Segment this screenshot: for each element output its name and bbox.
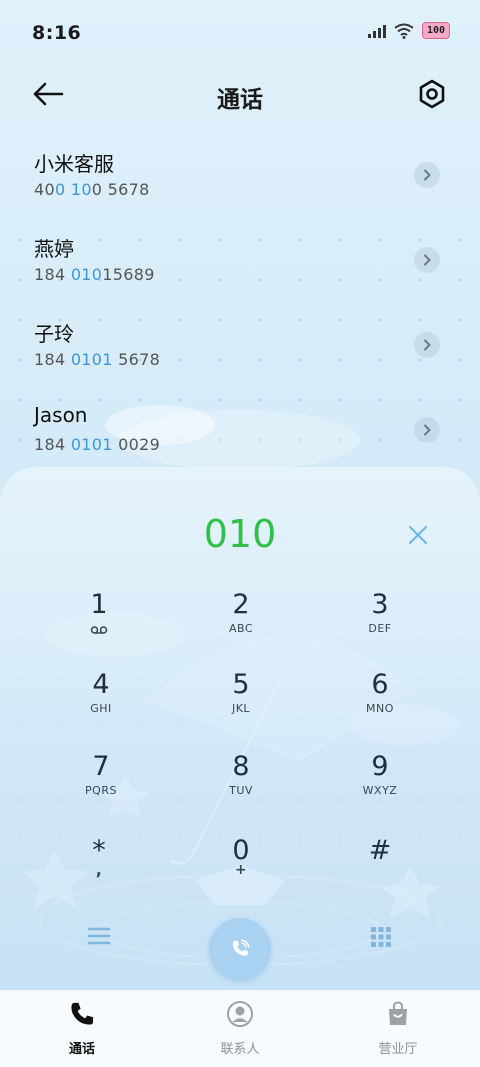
tab-contacts-label: 联系人 (220, 1042, 260, 1057)
key-6[interactable]: 6 MNO (320, 670, 440, 742)
key-digit: 7 (92, 751, 110, 782)
shopping-bag-icon (338, 1000, 458, 1030)
status-icons: 100 (368, 22, 450, 39)
contact-number: 184 0101 0029 (34, 435, 161, 454)
key-digit: 5 (232, 669, 250, 700)
key-letters: PQRS (85, 784, 117, 797)
chevron-right-icon (424, 254, 431, 266)
contact-detail-button[interactable] (414, 417, 440, 443)
key-9[interactable]: 9 WXYZ (320, 752, 440, 824)
key-star[interactable]: * , (39, 836, 159, 908)
voicemail-icon (90, 626, 108, 634)
contact-name: 燕婷 (34, 237, 74, 261)
contact-detail-button[interactable] (414, 332, 440, 358)
key-letters: ABC (228, 622, 254, 635)
chevron-right-icon (424, 169, 431, 181)
phone-call-icon (232, 939, 250, 956)
contact-detail-button[interactable] (414, 162, 440, 188)
key-0[interactable]: 0 + (181, 836, 301, 908)
key-letters: WXYZ (362, 784, 398, 797)
tab-calls[interactable]: 通话 (22, 1000, 142, 1057)
key-digit: 3 (371, 589, 389, 620)
tab-service-hall[interactable]: 营业厅 (338, 1000, 458, 1057)
contact-row[interactable]: 小米客服 400 100 5678 (0, 140, 480, 220)
key-5[interactable]: 5 JKL (181, 670, 301, 742)
key-1[interactable]: 1 (39, 590, 159, 662)
signal-icon (368, 24, 386, 38)
key-digit: # (368, 835, 392, 866)
status-time: 8:16 (32, 22, 82, 44)
contact-number: 184 0101 5678 (34, 350, 161, 369)
key-hash[interactable]: # (320, 836, 440, 908)
chevron-right-icon (424, 424, 431, 436)
page-title: 通话 (217, 87, 263, 113)
key-letters: + (234, 862, 248, 878)
key-letters: GHI (90, 702, 112, 715)
key-7[interactable]: 7 PQRS (41, 752, 161, 824)
key-letters: MNO (366, 702, 394, 715)
key-digit: 6 (371, 669, 389, 700)
tab-service-hall-label: 营业厅 (378, 1042, 418, 1057)
key-2[interactable]: 2 ABC (181, 590, 301, 662)
key-8[interactable]: 8 TUV (181, 752, 301, 824)
key-letters: TUV (229, 784, 253, 797)
tab-calls-label: 通话 (68, 1042, 95, 1057)
settings-hexagon-icon[interactable] (416, 78, 448, 110)
contact-number: 184 01015689 (34, 265, 155, 284)
contact-detail-button[interactable] (414, 247, 440, 273)
key-4[interactable]: 4 GHI (41, 670, 161, 742)
keypad-toggle-icon[interactable] (369, 925, 393, 949)
contact-row[interactable]: 子玲 184 0101 5678 (0, 310, 480, 390)
key-3[interactable]: 3 DEF (320, 590, 440, 662)
key-digit: 4 (92, 669, 110, 700)
contact-name: 小米客服 (34, 152, 114, 176)
header: 通话 (0, 70, 480, 118)
bottom-nav: 通话 联系人 营业厅 (0, 990, 480, 1067)
contact-row[interactable]: Jason 184 0101 0029 (0, 395, 480, 475)
wifi-icon (394, 23, 414, 39)
status-bar: 8:16 100 (0, 0, 480, 60)
call-button[interactable] (209, 918, 271, 980)
key-letters: DEF (368, 622, 392, 635)
phone-icon (22, 1000, 142, 1030)
contact-name: Jason (34, 403, 88, 427)
menu-icon[interactable] (86, 924, 112, 948)
key-digit: 1 (90, 589, 108, 620)
contact-row[interactable]: 燕婷 184 01015689 (0, 225, 480, 305)
contact-number: 400 100 5678 (34, 180, 150, 199)
contact-name: 子玲 (34, 322, 74, 346)
battery-icon: 100 (422, 22, 450, 39)
key-digit: 9 (371, 751, 389, 782)
person-icon (180, 1000, 300, 1030)
tab-contacts[interactable]: 联系人 (180, 1000, 300, 1057)
key-letters: , (95, 860, 103, 879)
key-digit: 2 (232, 589, 250, 620)
key-letters: JKL (231, 702, 251, 715)
clear-input-icon[interactable] (405, 522, 431, 548)
key-digit: 8 (232, 751, 250, 782)
chevron-right-icon (424, 339, 431, 351)
